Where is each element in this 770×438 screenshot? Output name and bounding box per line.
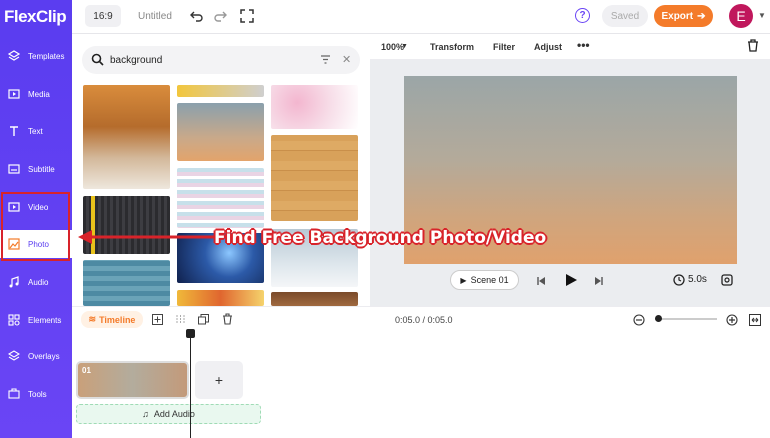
logo-text: FlexClip: [4, 7, 67, 26]
add-scene-button[interactable]: +: [195, 361, 243, 399]
help-icon[interactable]: ?: [575, 8, 590, 23]
adjust-button[interactable]: Adjust: [534, 42, 562, 52]
filter-button[interactable]: Filter: [493, 42, 515, 52]
aspect-ratio-button[interactable]: 16:9: [85, 5, 121, 27]
templates-icon: [7, 49, 21, 63]
add-audio-button[interactable]: ♫ Add Audio: [76, 404, 261, 424]
audio-icon: [7, 275, 21, 289]
overlays-icon: [7, 349, 21, 363]
search-value: background: [110, 55, 163, 66]
sidebar-item-label: Tools: [28, 389, 47, 399]
photo-thumbnail[interactable]: [177, 85, 264, 97]
clock-icon: [673, 274, 685, 289]
scene-duration[interactable]: 5.0s: [688, 274, 707, 285]
timecode: 0:05.0 / 0:05.0: [395, 315, 453, 325]
photo-thumbnail[interactable]: [177, 168, 264, 228]
sidebar-item-label: Audio: [28, 277, 49, 287]
text-icon: [7, 124, 21, 138]
sidebar-item-templates[interactable]: Templates: [0, 42, 72, 70]
chevron-down-icon[interactable]: ▼: [401, 43, 408, 50]
photo-thumbnail[interactable]: [271, 85, 358, 129]
clip-number: 01: [82, 366, 91, 375]
arrow-right-icon: ➔: [697, 10, 706, 22]
scene-selector-button[interactable]: ▶ Scene 01: [450, 270, 519, 290]
play-small-icon: ▶: [460, 275, 467, 285]
elements-icon: [7, 313, 21, 327]
saved-status: Saved: [602, 5, 648, 27]
timeline-zoom-slider[interactable]: [655, 318, 717, 320]
split-icon[interactable]: [175, 314, 186, 328]
timeline-label: Timeline: [99, 314, 136, 325]
export-button[interactable]: Export ➔: [654, 5, 713, 27]
photo-thumbnail[interactable]: [271, 292, 358, 306]
sidebar-item-text[interactable]: Text: [0, 117, 72, 145]
sidebar-item-elements[interactable]: Elements: [0, 306, 72, 334]
add-audio-label: Add Audio: [153, 409, 195, 419]
transform-button[interactable]: Transform: [430, 42, 474, 52]
photo-thumbnail[interactable]: [271, 135, 358, 221]
filter-icon[interactable]: [320, 54, 331, 68]
scene-clip[interactable]: 01: [76, 361, 189, 399]
photo-thumbnail[interactable]: [83, 85, 170, 189]
scene-label: Scene 01: [470, 275, 509, 285]
fit-timeline-icon[interactable]: [749, 314, 761, 329]
media-icon: [7, 87, 21, 101]
annotation-arrow: [78, 230, 215, 244]
sidebar-item-label: Overlays: [28, 351, 60, 361]
playhead-handle[interactable]: [186, 329, 195, 338]
search-input[interactable]: background ✕: [82, 46, 360, 74]
music-note-icon: ♫: [142, 409, 149, 419]
export-label: Export: [661, 10, 694, 22]
avatar[interactable]: E: [729, 4, 753, 28]
playhead[interactable]: [190, 332, 191, 438]
chevron-down-icon[interactable]: ▼: [758, 11, 766, 20]
photo-panel: background ✕: [72, 34, 370, 306]
photo-thumbnail[interactable]: [177, 103, 264, 161]
screenshot-icon[interactable]: [721, 274, 733, 289]
undo-icon[interactable]: [190, 9, 204, 23]
sidebar-item-label: Media: [28, 89, 50, 99]
sidebar-item-media[interactable]: Media: [0, 80, 72, 108]
delete-icon[interactable]: [222, 313, 233, 328]
project-title[interactable]: Untitled: [138, 11, 172, 22]
duplicate-icon[interactable]: [198, 314, 209, 328]
sidebar-item-subtitle[interactable]: Subtitle: [0, 155, 72, 183]
annotation-callout: Find Free Background Photo/Video: [214, 228, 547, 248]
clear-search-icon[interactable]: ✕: [342, 53, 351, 66]
timeline-tab[interactable]: ≋ Timeline: [81, 311, 143, 328]
flexclip-logo[interactable]: FlexClip: [0, 0, 72, 34]
highlight-box: [1, 192, 70, 261]
trash-icon[interactable]: [747, 39, 759, 54]
add-scene-icon[interactable]: [152, 314, 163, 328]
tools-icon: [7, 387, 21, 401]
sidebar-item-label: Subtitle: [28, 164, 55, 174]
sidebar-item-tools[interactable]: Tools: [0, 380, 72, 408]
subtitle-icon: [7, 162, 21, 176]
fullscreen-icon[interactable]: [240, 9, 254, 23]
next-scene-icon[interactable]: [594, 275, 604, 289]
photo-thumbnail[interactable]: [83, 260, 170, 306]
previous-scene-icon[interactable]: [536, 275, 546, 289]
sidebar-item-label: Elements: [28, 315, 62, 325]
search-icon: [91, 53, 104, 69]
sidebar-item-audio[interactable]: Audio: [0, 268, 72, 296]
sidebar-item-label: Templates: [28, 51, 65, 61]
sidebar-item-overlays[interactable]: Overlays: [0, 342, 72, 370]
zoom-slider-handle[interactable]: [655, 315, 662, 322]
play-icon[interactable]: [565, 273, 578, 290]
zoom-in-icon[interactable]: [726, 314, 738, 329]
sidebar-item-label: Text: [28, 126, 43, 136]
timeline-icon: ≋: [88, 314, 97, 324]
preview-toolbar: 100% ▼ Transform Filter Adjust •••: [370, 34, 770, 60]
top-bar: 16:9 Untitled ? Saved Export ➔ E ▼: [72, 0, 770, 34]
redo-icon[interactable]: [213, 9, 227, 23]
more-options-icon[interactable]: •••: [577, 38, 590, 52]
zoom-out-icon[interactable]: [633, 314, 645, 329]
photo-thumbnail[interactable]: [177, 290, 264, 306]
